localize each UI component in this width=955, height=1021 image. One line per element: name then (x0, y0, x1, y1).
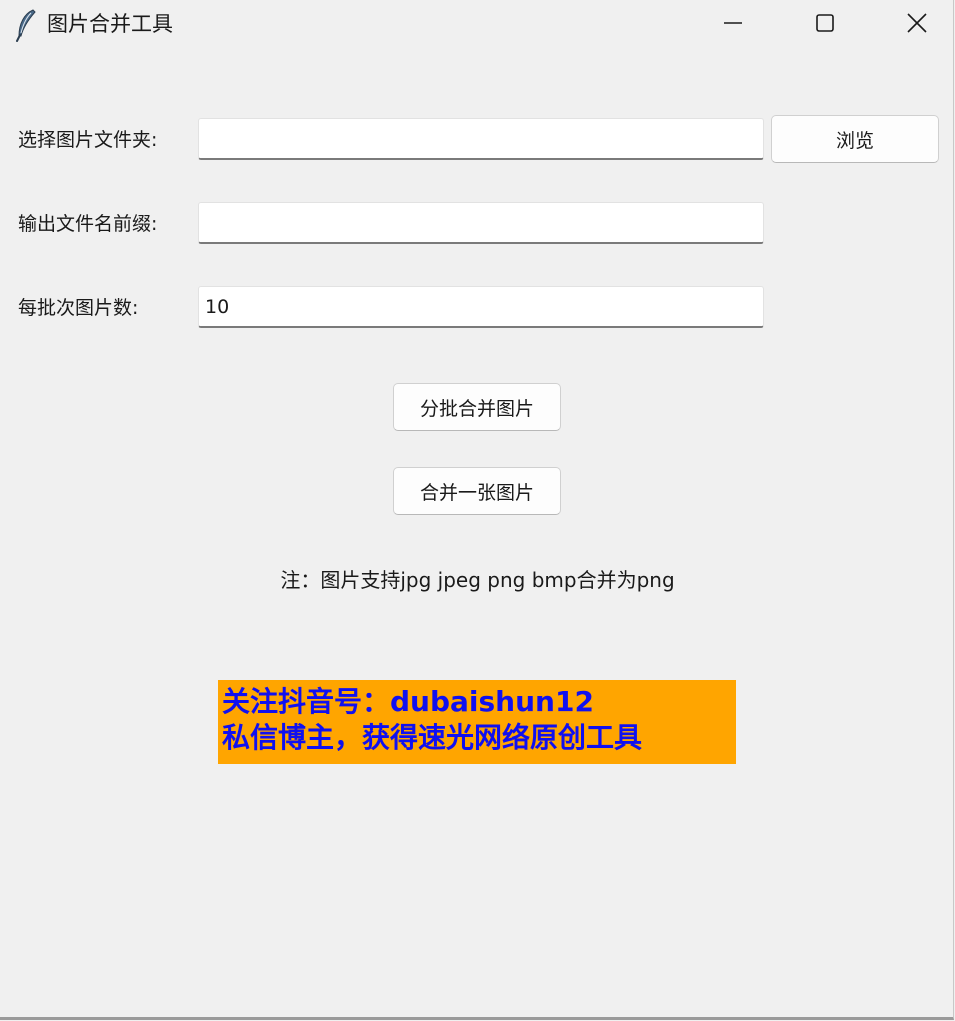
browse-button[interactable]: 浏览 (771, 115, 939, 163)
promo-line-2: 私信博主，获得速光网络原创工具 (222, 721, 643, 754)
close-icon (906, 12, 928, 38)
batch-size-input[interactable] (198, 286, 764, 328)
maximize-icon (814, 12, 836, 38)
promo-line-1: 关注抖音号：dubaishun12 (222, 685, 594, 718)
feather-icon (14, 8, 38, 42)
maximize-button[interactable] (779, 0, 871, 50)
batch-size-label: 每批次图片数: (18, 297, 139, 319)
minimize-button[interactable] (687, 0, 779, 50)
minimize-icon (722, 12, 744, 38)
folder-input[interactable] (198, 118, 764, 160)
title-bar[interactable]: 图片合并工具 (0, 0, 953, 50)
format-note: 注：图片支持jpg jpeg png bmp合并为png (280, 568, 675, 592)
folder-label: 选择图片文件夹: (18, 129, 158, 151)
merge-one-button[interactable]: 合并一张图片 (393, 467, 561, 515)
close-button[interactable] (871, 0, 955, 50)
promo-banner: 关注抖音号：dubaishun12 私信博主，获得速光网络原创工具 (218, 680, 736, 764)
window-title: 图片合并工具 (47, 12, 173, 36)
prefix-input[interactable] (198, 202, 764, 244)
prefix-label: 输出文件名前缀: (18, 213, 158, 235)
app-window: 图片合并工具 选择图片文件夹: 浏览 输出文件名前缀: 每批次图片数: 分批合并… (0, 0, 954, 1020)
batch-merge-button[interactable]: 分批合并图片 (393, 383, 561, 431)
